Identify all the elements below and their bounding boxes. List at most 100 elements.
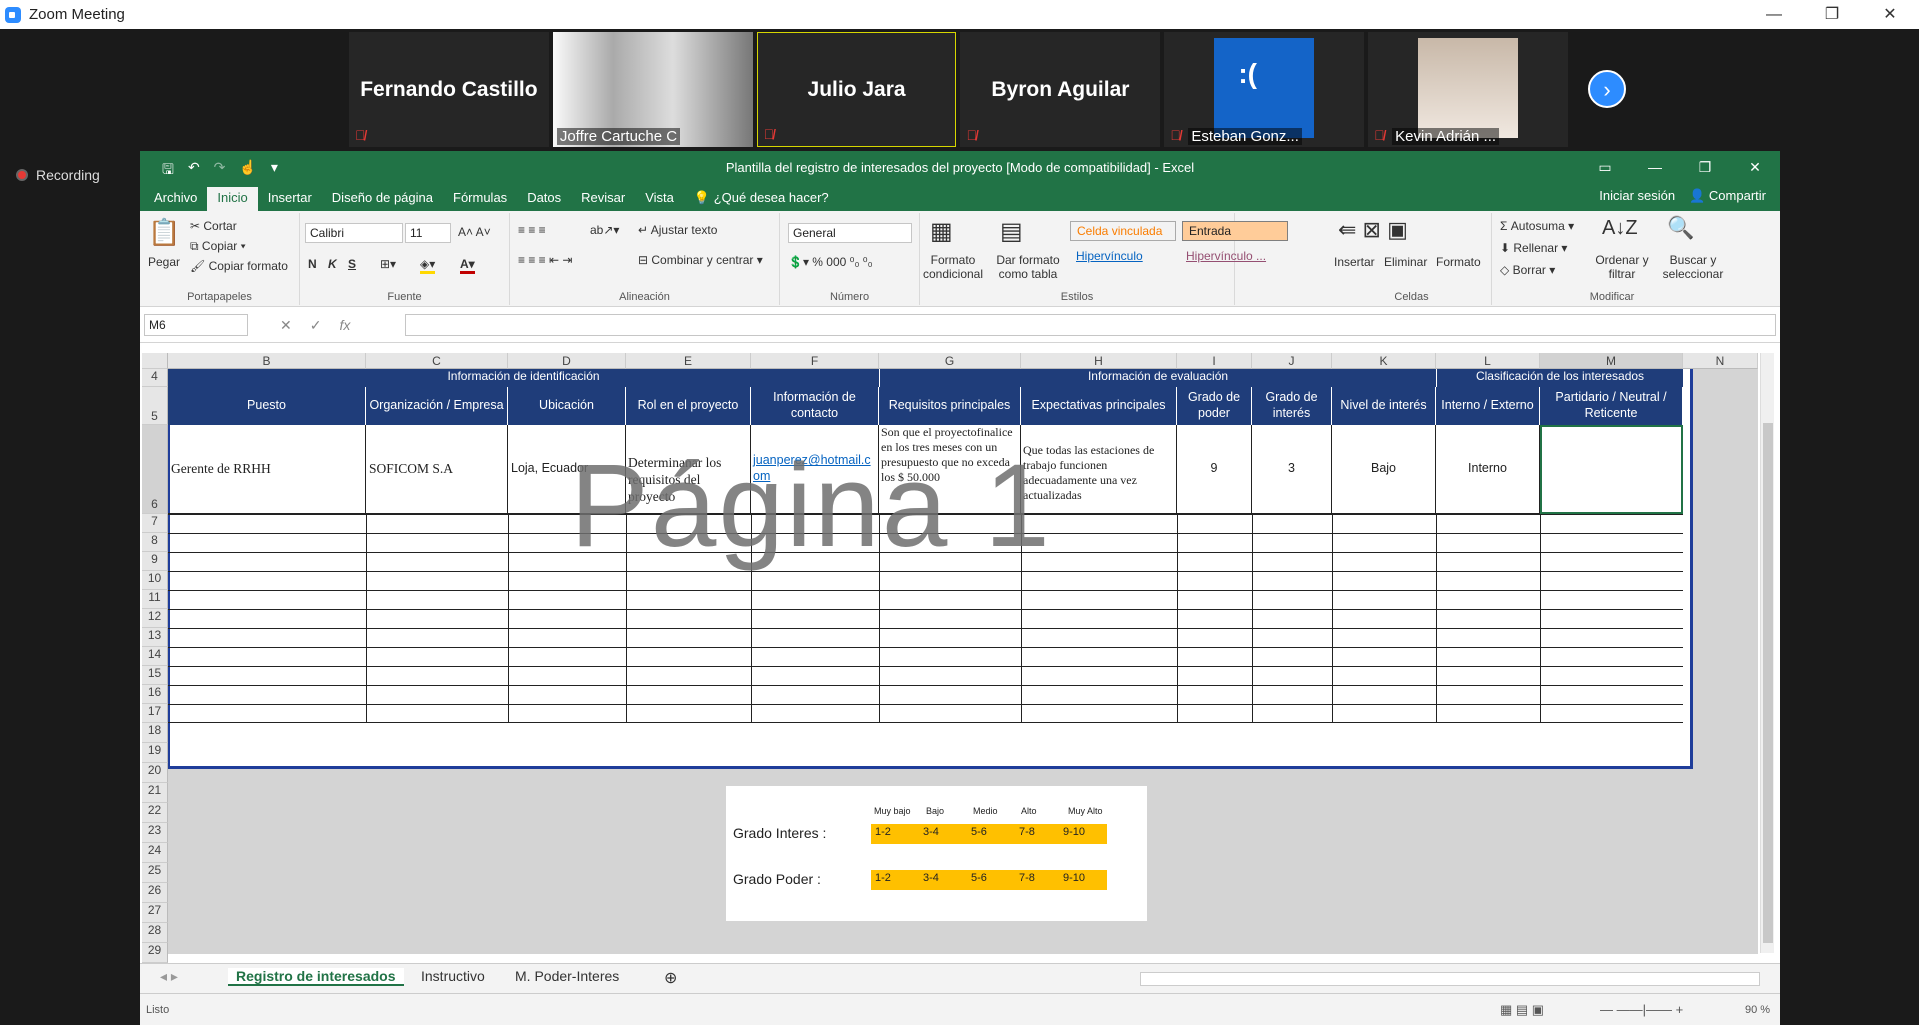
fill-color-icon[interactable]: ◈▾ [420,257,436,274]
copy-button[interactable]: ⧉ Copiar ▾ [190,239,246,254]
cell-B6[interactable]: Gerente de RRHH [168,425,366,514]
function-icon[interactable]: fx [339,317,350,334]
minimize-button[interactable]: — [1745,0,1803,29]
zoom-level[interactable]: 90 % [1745,1004,1770,1016]
formula-input[interactable] [405,314,1776,336]
cell-I6[interactable]: 9 [1177,425,1252,514]
col-header-D[interactable]: D [508,353,626,369]
row-header[interactable]: 7 [142,514,168,533]
tab-formulas[interactable]: Fórmulas [443,187,517,211]
enter-icon[interactable]: ✓ [310,317,322,334]
row-header[interactable]: 21 [142,783,168,803]
excel-close-button[interactable]: ✕ [1730,151,1780,183]
row-header[interactable]: 27 [142,903,168,923]
row-header[interactable]: 25 [142,863,168,883]
col-header-M[interactable]: M [1540,353,1683,369]
sort-filter-button[interactable]: Ordenar y filtrar [1592,253,1652,281]
col-header-G[interactable]: G [879,353,1021,369]
style-hipervinculo[interactable]: Hipervínculo [1070,247,1149,267]
sheet-tab-poder-interes[interactable]: M. Poder-Interes [515,968,619,984]
style-celda-vinculada[interactable]: Celda vinculada [1070,221,1176,241]
align-top-icon[interactable]: ≡ ≡ ≡ [518,223,546,237]
row-header[interactable]: 23 [142,823,168,843]
participant-tile-video[interactable]: Joffre Cartuche C [552,32,753,147]
row-header[interactable]: 16 [142,685,168,704]
merge-center-button[interactable]: ⊟ Combinar y centrar ▾ [638,253,763,267]
font-name-select[interactable]: Calibri [305,223,403,243]
horizontal-scrollbar[interactable] [1140,972,1760,986]
tab-archivo[interactable]: Archivo [144,187,207,211]
cell-L6[interactable]: Interno [1436,425,1540,514]
next-page-icon[interactable]: › [1588,70,1626,108]
font-color-icon[interactable]: A▾ [460,257,475,274]
tab-revisar[interactable]: Revisar [571,187,635,211]
row-header[interactable]: 6 [142,425,168,514]
add-sheet-icon[interactable]: ⊕ [664,968,677,988]
participant-tile[interactable]: Byron Aguilar 🎙̸ [960,32,1161,147]
col-header-I[interactable]: I [1177,353,1252,369]
row-header[interactable]: 26 [142,883,168,903]
underline-button[interactable]: S [348,257,356,271]
insert-button[interactable]: Insertar [1334,255,1375,269]
cell-C6[interactable]: SOFICOM S.A [366,425,508,514]
row-header[interactable]: 8 [142,533,168,552]
currency-icon[interactable]: 💲▾ % 000 ⁰₀ ⁰₀ [788,255,873,269]
row-header[interactable]: 10 [142,571,168,590]
share-button[interactable]: 👤 Compartir [1689,188,1766,204]
sort-filter-icon[interactable]: A↓Z [1602,217,1638,240]
col-header-F[interactable]: F [751,353,879,369]
format-as-table-button[interactable]: Dar formato como tabla [990,253,1066,281]
tab-vista[interactable]: Vista [635,187,684,211]
orientation-icon[interactable]: ab↗▾ [590,223,619,237]
tell-me-search[interactable]: 💡 ¿Qué desea hacer? [684,187,839,211]
format-button[interactable]: Formato [1436,255,1481,269]
row-header[interactable]: 12 [142,609,168,628]
vertical-scrollbar[interactable] [1760,353,1774,953]
col-header-H[interactable]: H [1021,353,1177,369]
tab-datos[interactable]: Datos [517,187,571,211]
col-header-J[interactable]: J [1252,353,1332,369]
signin-link[interactable]: Iniciar sesión [1599,188,1675,204]
ribbon-display-icon[interactable]: ▭ [1580,151,1630,183]
row-header[interactable]: 9 [142,552,168,571]
style-hipervinculo-visitado[interactable]: Hipervínculo ... [1180,247,1272,267]
col-header-N[interactable]: N [1683,353,1758,369]
row-header[interactable]: 14 [142,647,168,666]
borders-icon[interactable]: ⊞▾ [380,257,396,271]
row-header[interactable]: 17 [142,704,168,723]
select-all[interactable] [142,353,168,369]
row-header[interactable]: 24 [142,843,168,863]
row-header[interactable]: 15 [142,666,168,685]
col-header-C[interactable]: C [366,353,508,369]
style-entrada[interactable]: Entrada [1182,221,1288,241]
cell-J6[interactable]: 3 [1252,425,1332,514]
row-header[interactable]: 29 [142,943,168,963]
italic-button[interactable]: K [328,257,337,271]
tab-diseno[interactable]: Diseño de página [322,187,443,211]
row-header[interactable]: 18 [142,723,168,743]
cancel-icon[interactable]: ✕ [280,317,292,334]
participant-tile[interactable]: Fernando Castillo 🎙̸ [349,32,549,147]
name-box[interactable]: M6 [144,314,248,336]
find-select-button[interactable]: Buscar y seleccionar [1656,253,1730,281]
col-header-E[interactable]: E [626,353,751,369]
tab-inicio[interactable]: Inicio [207,187,258,211]
conditional-format-button[interactable]: Formato condicional [920,253,986,281]
participant-tile-active[interactable]: Julio Jara 🎙̸ [756,32,957,147]
participant-tile-video[interactable]: :( 🎙̸ Esteban Gonz... [1164,32,1365,147]
delete-button[interactable]: Eliminar [1384,255,1427,269]
row-header[interactable]: 11 [142,590,168,609]
cell-K6[interactable]: Bajo [1332,425,1436,514]
find-icon[interactable]: 🔍 [1667,215,1694,241]
clear-button[interactable]: ◇ Borrar ▾ [1500,263,1555,277]
close-button[interactable]: ✕ [1861,0,1919,29]
fill-button[interactable]: ⬇ Rellenar ▾ [1500,241,1567,255]
worksheet-grid[interactable]: B C D E F G H I J K L M N 4 5 6 7 8 9 10… [140,343,1780,963]
col-header-B[interactable]: B [168,353,366,369]
cut-button[interactable]: ✂ Cortar [190,219,237,233]
excel-minimize-button[interactable]: — [1630,151,1680,183]
col-header-L[interactable]: L [1436,353,1540,369]
tab-insertar[interactable]: Insertar [258,187,322,211]
row-header[interactable]: 4 [142,369,168,387]
grow-font-icon[interactable]: A˄ A˅ [458,225,491,239]
